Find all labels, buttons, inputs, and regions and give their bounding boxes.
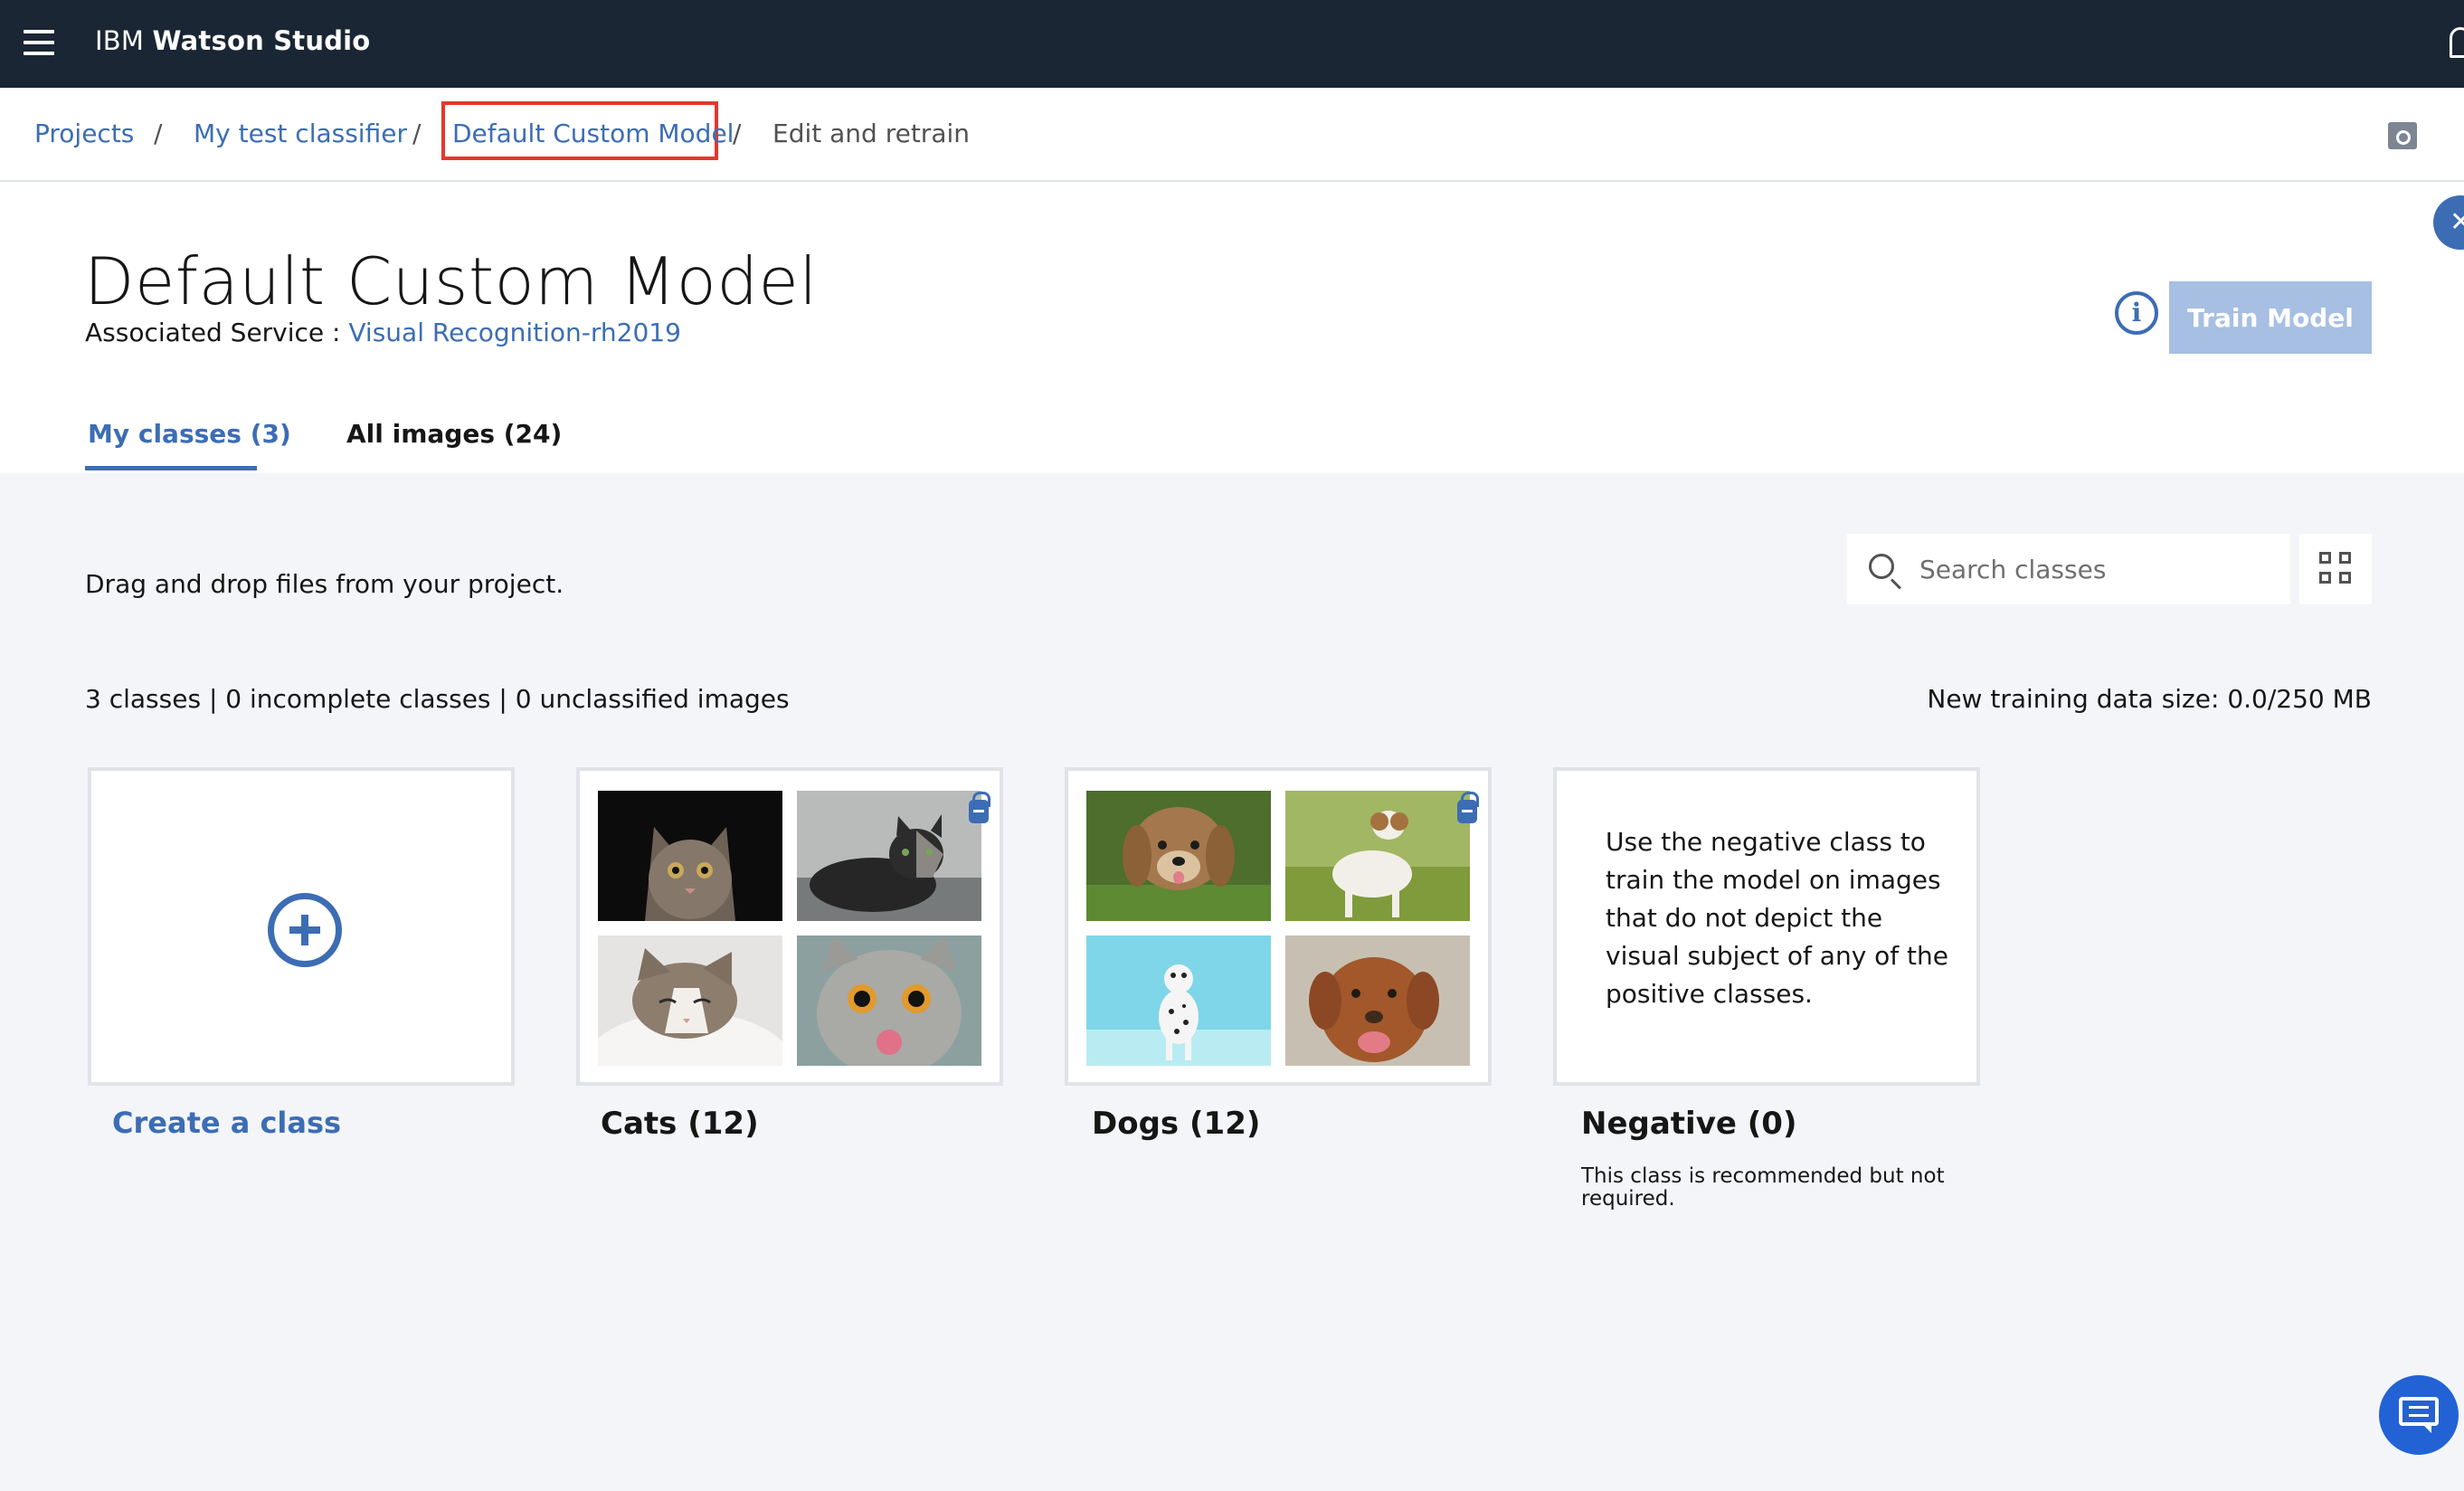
associated-service-label: Associated Service :: [85, 318, 349, 347]
dog-thumbnail: [1086, 791, 1271, 921]
breadcrumb-separator: /: [412, 119, 422, 148]
brand-prefix: IBM: [95, 25, 145, 56]
dog-thumbnail: [1285, 791, 1470, 921]
lock-icon: [1457, 792, 1479, 823]
info-icon[interactable]: i: [2115, 291, 2158, 335]
cat-thumbnail: [598, 935, 782, 1066]
breadcrumb-separator: /: [154, 119, 163, 148]
cat-thumbnail: [797, 791, 981, 921]
cat-thumbnail: [797, 935, 981, 1066]
dog-thumbnail: [1285, 935, 1470, 1066]
search-input[interactable]: [1919, 534, 2281, 604]
breadcrumb-my-test-classifier[interactable]: My test classifier: [194, 119, 407, 148]
class-card-dogs[interactable]: [1065, 767, 1492, 1086]
class-label-dogs[interactable]: Dogs (12): [1092, 1106, 1260, 1142]
training-data-size: New training data size: 0.0/250 MB: [1927, 684, 2372, 714]
model-header: Default Custom Model Associated Service …: [0, 182, 2464, 473]
breadcrumb-separator: /: [733, 119, 742, 148]
class-card-negative[interactable]: Use the negative class to train the mode…: [1553, 767, 1980, 1086]
breadcrumb-default-custom-model[interactable]: Default Custom Model: [452, 119, 734, 148]
negative-class-note: This class is recommended but not requir…: [1581, 1164, 1945, 1211]
create-class-link[interactable]: Create a class: [112, 1106, 341, 1140]
lock-icon: [969, 792, 990, 823]
hamburger-menu-icon[interactable]: [24, 30, 54, 55]
class-card-cats[interactable]: [576, 767, 1003, 1086]
page-title: Default Custom Model: [84, 243, 818, 319]
search-icon: [1869, 554, 1894, 579]
camera-icon[interactable]: [2388, 122, 2417, 149]
top-bar: IBM Watson Studio: [0, 0, 2464, 88]
negative-class-description: Use the negative class to train the mode…: [1606, 827, 1949, 1009]
class-label-negative[interactable]: Negative (0): [1581, 1106, 1797, 1142]
tab-all-images[interactable]: All images (24): [346, 419, 562, 449]
class-counts: 3 classes | 0 incomplete classes | 0 unc…: [85, 684, 790, 714]
grid-view-icon[interactable]: [2299, 534, 2372, 604]
breadcrumb-projects[interactable]: Projects: [34, 119, 134, 148]
cat-thumbnail: [598, 791, 782, 921]
plus-circle-icon[interactable]: [268, 893, 342, 967]
search-box[interactable]: [1847, 534, 2290, 604]
train-model-button[interactable]: Train Model: [2169, 281, 2372, 354]
bell-icon[interactable]: [2450, 27, 2464, 58]
drag-drop-hint: Drag and drop files from your project.: [85, 569, 564, 599]
chat-icon[interactable]: [2379, 1375, 2459, 1455]
breadcrumb-edit-and-retrain: Edit and retrain: [772, 119, 970, 148]
create-class-card[interactable]: [88, 767, 515, 1086]
class-label-cats[interactable]: Cats (12): [601, 1106, 759, 1142]
app-brand[interactable]: IBM Watson Studio: [95, 25, 370, 56]
associated-service-link[interactable]: Visual Recognition-rh2019: [348, 318, 681, 347]
brand-name: Watson Studio: [152, 25, 371, 56]
associated-service: Associated Service : Visual Recognition-…: [85, 318, 681, 347]
tab-my-classes[interactable]: My classes (3): [85, 419, 291, 470]
dog-thumbnail: [1086, 935, 1271, 1066]
breadcrumb: Projects / My test classifier / Default …: [0, 88, 2464, 182]
